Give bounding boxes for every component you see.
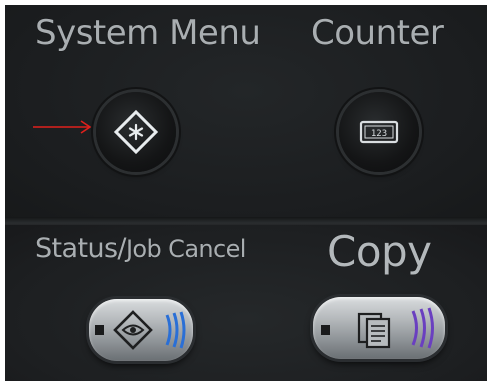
red-arrow-icon [33,120,92,134]
status-label: Status/ [35,233,127,264]
copy-button[interactable] [313,297,445,359]
status-indicator-bars [165,311,186,349]
copy-indicator-bars [411,307,434,349]
system-menu-label: System Menu [35,13,261,53]
copy-label: Copy [327,227,432,276]
job-cancel-label: Job Cancel [125,235,247,263]
counter-display-text: 123 [371,129,387,139]
diamond-asterisk-icon [113,109,159,155]
status-job-cancel-label: Status/Job Cancel [35,233,246,264]
counter-button[interactable]: 123 [339,92,419,172]
counter-label: Counter [311,13,444,53]
control-panel-photo: System Menu Counter 123 Status/Job Cance… [5,5,487,381]
status-job-cancel-button[interactable] [89,299,193,361]
system-menu-button[interactable] [96,92,176,172]
counter-display-icon: 123 [359,120,399,144]
documents-icon [321,307,434,349]
diamond-eye-icon [95,310,186,350]
